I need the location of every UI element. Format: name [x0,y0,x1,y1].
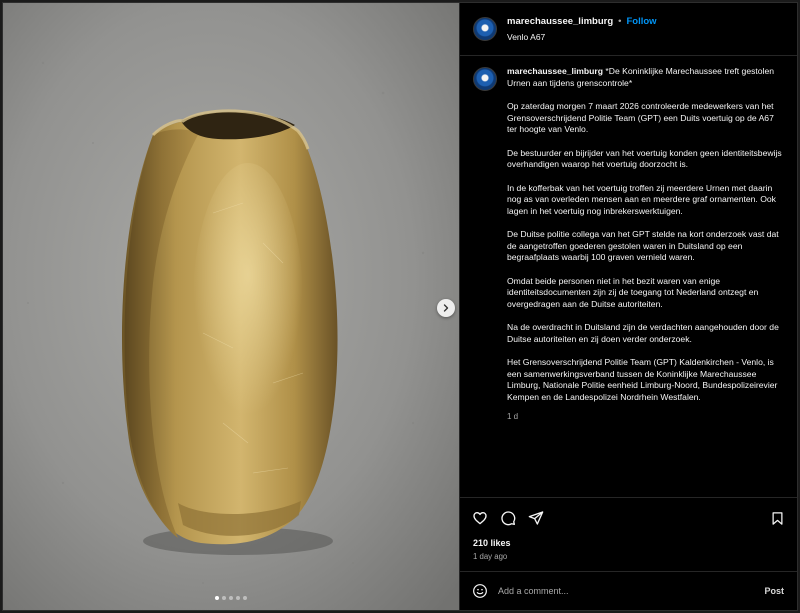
likes-count[interactable]: 210 likes [460,538,797,548]
save-button[interactable] [770,511,785,526]
caption-timestamp[interactable]: 1 d [507,411,783,423]
comment-button[interactable] [500,510,516,526]
avatar[interactable] [473,17,497,41]
carousel-dot[interactable] [215,596,219,600]
post-date[interactable]: 1 day ago [460,548,797,572]
caption-body: marechaussee_limburg *De Koninklijke Mar… [507,66,783,423]
post-modal: marechaussee_limburg • Follow Venlo A67 … [2,2,798,611]
post-side-panel: marechaussee_limburg • Follow Venlo A67 … [459,3,797,610]
heart-icon [473,511,487,525]
caption-paragraph: Op zaterdag morgen 7 maart 2026 controle… [507,101,774,134]
carousel-indicator [3,596,459,600]
send-icon [528,511,544,525]
caption-scroll-area[interactable]: marechaussee_limburg *De Koninklijke Mar… [460,56,797,498]
caption-paragraph: De Duitse politie collega van het GPT st… [507,229,779,262]
bookmark-icon [772,511,783,525]
caption-paragraph: In de kofferbak van het voertuig troffen… [507,182,776,216]
caption-paragraph: Omdat beide personen niet in het bezit w… [507,275,759,309]
share-button[interactable] [528,510,544,526]
post-header: marechaussee_limburg • Follow Venlo A67 [460,3,797,56]
carousel-dot[interactable] [222,596,226,600]
comment-bar: Post [460,572,797,610]
caption-paragraph: De bestuurder en bijrijder van het voert… [507,147,782,170]
post-media[interactable] [3,3,459,610]
emoji-icon [473,584,487,598]
action-bar [460,498,797,538]
caption-username[interactable]: marechaussee_limburg [507,66,603,76]
next-slide-button[interactable] [437,299,455,317]
like-button[interactable] [472,510,488,526]
avatar[interactable] [473,67,497,91]
post-comment-button[interactable]: Post [764,586,784,596]
carousel-dot[interactable] [243,596,247,600]
caption: marechaussee_limburg *De Koninklijke Mar… [473,66,783,423]
comment-icon [501,511,516,526]
location-link[interactable]: Venlo A67 [507,32,657,42]
comment-input[interactable] [498,586,755,596]
follow-button[interactable]: Follow [626,16,656,27]
caption-paragraph: Het Grensoverschrijdend Politie Team (GP… [507,357,778,402]
header-username[interactable]: marechaussee_limburg [507,16,613,27]
chevron-right-icon [443,304,449,312]
emoji-button[interactable] [472,583,488,599]
urn-photo [3,3,459,610]
caption-paragraph: Na de overdracht in Duitsland zijn de ve… [507,322,779,344]
separator-dot: • [618,16,622,27]
carousel-dot[interactable] [229,596,233,600]
carousel-dot[interactable] [236,596,240,600]
